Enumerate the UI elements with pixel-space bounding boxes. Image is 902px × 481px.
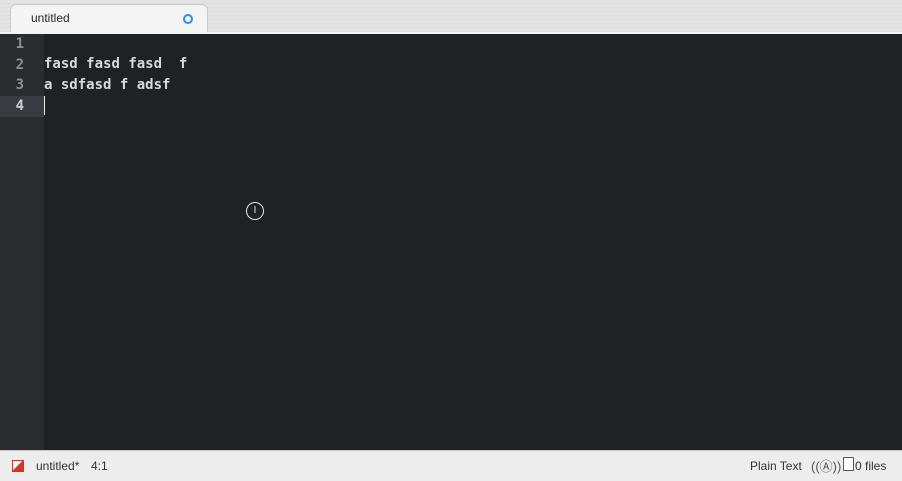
status-files-count[interactable]: 0 files xyxy=(855,459,886,473)
unsaved-dot-icon[interactable] xyxy=(183,14,193,24)
line-number: 2 xyxy=(15,57,24,73)
misspelled-word[interactable]: adsf xyxy=(136,77,171,93)
text-cursor-icon: I xyxy=(246,202,264,220)
files-icon[interactable] xyxy=(843,457,854,471)
misspelled-word[interactable]: sdfasd xyxy=(60,77,112,93)
status-filename: untitled* xyxy=(36,459,80,473)
text-caret xyxy=(44,96,45,115)
git-status-icon[interactable] xyxy=(12,460,24,472)
status-cursor-position[interactable]: 4:1 xyxy=(91,459,108,473)
status-bar: untitled* 4:1 Plain Text ((Ⓐ)) 0 files xyxy=(0,450,902,481)
code-line-2[interactable]: fasd fasd fasd f xyxy=(44,54,187,75)
line-number: 1 xyxy=(15,36,24,52)
broadcast-icon[interactable]: ((Ⓐ)) xyxy=(811,456,841,475)
text-span xyxy=(78,56,86,72)
line-number-gutter: 1 2 3 4 xyxy=(0,34,44,450)
text-span: f xyxy=(111,77,137,93)
tab-title: untitled xyxy=(31,11,70,25)
misspelled-word[interactable]: fasd xyxy=(44,56,78,72)
line-number: 3 xyxy=(15,77,24,93)
text-span: a xyxy=(44,77,61,93)
misspelled-word[interactable]: fasd xyxy=(128,56,163,72)
code-line-3[interactable]: a sdfasd f adsf xyxy=(44,75,171,96)
syntax-selector[interactable]: Plain Text xyxy=(750,459,802,473)
misspelled-word[interactable]: fasd xyxy=(86,56,120,72)
tab-bar: untitled xyxy=(0,0,902,33)
line-number-current: 4 xyxy=(15,98,24,114)
tab-underline xyxy=(0,32,902,34)
text-span: f xyxy=(162,56,188,72)
tab-untitled[interactable]: untitled xyxy=(10,4,208,33)
